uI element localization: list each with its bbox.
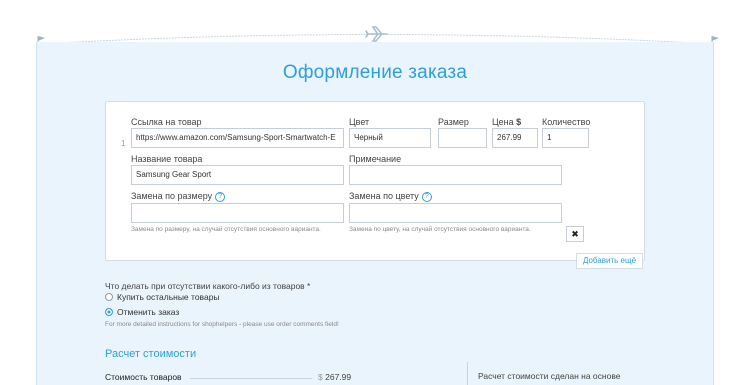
radio-buy-rest[interactable] [105, 293, 113, 301]
price-currency: $ [516, 117, 522, 127]
page-title: Оформление заказа [282, 62, 468, 83]
price-label: Цена $ [492, 117, 522, 127]
color-replacement-input[interactable] [349, 203, 562, 223]
cost-section-title: Расчет стоимости [105, 348, 197, 360]
option-cancel-order-label: Отменить заказ [117, 307, 180, 317]
row-number: 1 [121, 139, 126, 148]
link-label: Ссылка на товар [131, 117, 202, 127]
size-replacement-label: Замена по размеру? [131, 191, 226, 202]
size-input[interactable] [438, 128, 487, 148]
option-buy-rest-label: Купить остальные товары [117, 292, 220, 302]
help-icon[interactable]: ? [215, 191, 226, 202]
airplane-icon [365, 26, 388, 42]
size-replacement-hint: Замена по размеру, на случай отсутствия … [131, 226, 321, 233]
product-name-label: Название товара [131, 154, 203, 164]
size-replacement-input[interactable] [131, 203, 344, 223]
add-more-button[interactable]: Добавить ещё [576, 253, 643, 269]
instructions-note: For more detailed instructions for shoph… [105, 321, 339, 328]
quantity-label: Количество [542, 117, 591, 127]
color-input[interactable]: Черный [349, 128, 431, 148]
divider [467, 362, 468, 385]
missing-items-question: Что делать при отсутствии какого-либо из… [105, 281, 311, 291]
link-input[interactable]: https://www.amazon.com/Samsung-Sport-Sma… [131, 128, 344, 148]
comment-label: Примечание [349, 154, 402, 164]
help-icon[interactable]: ? [421, 191, 432, 202]
goods-cost-label: Стоимость товаров [105, 372, 182, 382]
quantity-input[interactable]: 1 [542, 128, 589, 148]
dotted-leader [190, 378, 312, 379]
color-replacement-hint: Замена по цвету, на случай отсутствия ос… [349, 226, 531, 233]
goods-cost-value: $ 267.99 [318, 372, 352, 382]
price-input[interactable]: 267.99 [492, 128, 538, 148]
product-name-input[interactable]: Samsung Gear Sport [131, 165, 344, 185]
radio-cancel-order[interactable] [105, 308, 113, 316]
color-replacement-label: Замена по цвету? [349, 191, 432, 202]
color-label: Цвет [349, 117, 370, 127]
close-icon[interactable]: ✖ [566, 226, 584, 242]
size-label: Размер [438, 117, 469, 127]
cost-basis-text: Расчет стоимости сделан на основе [478, 371, 621, 381]
option-cancel-order[interactable]: Отменить заказ [105, 307, 179, 317]
option-buy-rest[interactable]: Купить остальные товары [105, 292, 220, 302]
comment-input[interactable] [349, 165, 562, 185]
